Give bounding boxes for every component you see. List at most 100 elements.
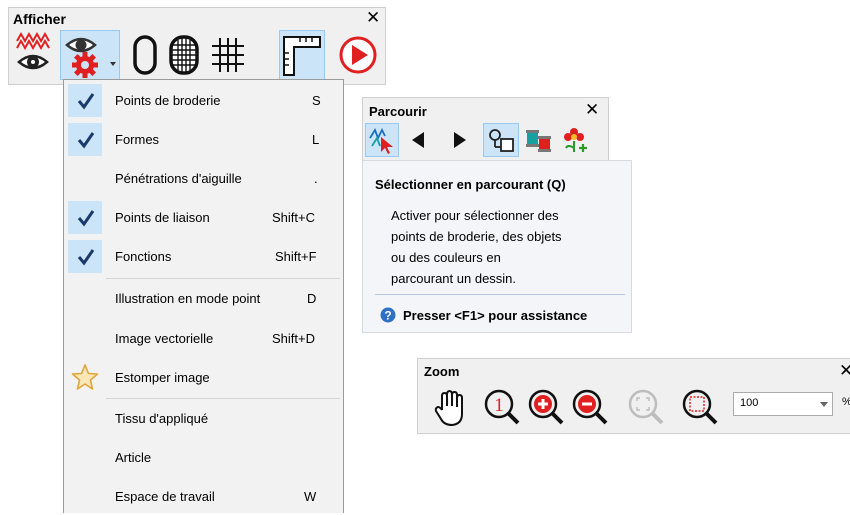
checkmark-icon	[77, 132, 95, 149]
show-outline-button[interactable]	[129, 30, 163, 80]
select-travel-icon	[369, 127, 393, 154]
travel-by-function-button[interactable]	[559, 124, 591, 156]
menu-item-label: Points de broderie	[115, 93, 221, 108]
tooltip: Sélectionner en parcourant (Q) Activer p…	[362, 160, 632, 333]
show-objects-button[interactable]	[60, 30, 120, 80]
show-objects-icon	[65, 37, 116, 78]
zoom-fit-icon	[628, 389, 664, 425]
menu-item-formes[interactable]: Formes L	[64, 121, 343, 158]
zoom-toolbar: Zoom ✕ 1 100	[417, 358, 850, 434]
menu-item-check-gutter	[68, 201, 102, 234]
previous-button[interactable]	[405, 124, 431, 156]
menu-item-tissu-applique[interactable]: Tissu d'appliqué	[64, 400, 343, 437]
dropdown-arrow-icon	[110, 62, 116, 66]
menu-item-label: Formes	[115, 132, 160, 147]
parcourir-title: Parcourir	[369, 104, 427, 119]
flower-plus-icon	[564, 128, 587, 152]
afficher-title: Afficher	[13, 11, 66, 27]
show-stitches-button[interactable]	[13, 30, 53, 78]
thread-spools-icon	[526, 130, 551, 152]
tooltip-line: parcourant un dessin.	[391, 271, 517, 286]
menu-item-article[interactable]: Article	[64, 439, 343, 476]
menu-item-icon-gutter	[68, 361, 102, 394]
star-icon	[71, 364, 99, 390]
checkmark-icon	[77, 210, 95, 227]
next-button[interactable]	[447, 124, 473, 156]
menu-item-shortcut: W	[304, 489, 317, 504]
travel-by-color-button[interactable]	[523, 124, 555, 156]
zoom-box-icon	[682, 389, 718, 425]
hand-pan-icon	[434, 390, 463, 426]
zoom-in-button[interactable]	[526, 387, 566, 427]
menu-item-check-gutter	[68, 84, 102, 117]
menu-item-label: Illustration en mode point	[115, 291, 261, 306]
zoom-factor-select[interactable]: 100	[733, 392, 833, 416]
tooltip-line: ou des couleurs en	[391, 250, 501, 265]
menu-item-label: Tissu d'appliqué	[115, 411, 209, 426]
menu-item-shortcut: D	[307, 291, 317, 306]
zoom-to-fit-button	[626, 387, 666, 427]
menu-item-shortcut: .	[314, 171, 318, 186]
zoom-unit: %	[842, 396, 850, 408]
tooltip-line: points de broderie, des objets	[391, 229, 562, 244]
checkmark-icon	[77, 93, 95, 110]
afficher-dropdown-menu: Points de broderie S Formes L Pénétratio…	[63, 79, 344, 513]
tooltip-separator	[375, 294, 625, 295]
menu-item-label: Fonctions	[115, 249, 172, 264]
parcourir-close-button[interactable]: ✕	[585, 100, 599, 120]
object-shapes-icon	[489, 129, 514, 152]
menu-separator	[106, 278, 340, 279]
menu-item-label: Espace de travail	[115, 489, 215, 504]
afficher-close-button[interactable]: ✕	[366, 8, 380, 28]
zoom-in-icon	[528, 389, 564, 425]
help-icon: ?	[380, 307, 396, 323]
zoom-factor-value: 100	[740, 397, 759, 409]
menu-item-penetrations-aiguille[interactable]: Pénétrations d'aiguille .	[64, 160, 343, 197]
menu-item-label: Points de liaison	[115, 210, 210, 225]
menu-item-shortcut: S	[312, 93, 321, 108]
zoom-out-icon	[572, 389, 608, 425]
menu-separator	[106, 398, 340, 399]
zoom-out-button[interactable]	[570, 387, 610, 427]
menu-item-label: Estomper image	[115, 370, 210, 385]
triangle-left-icon	[412, 132, 424, 148]
show-fill-button[interactable]	[167, 30, 203, 80]
menu-item-illustration-mode-point[interactable]: Illustration en mode point D	[64, 280, 343, 317]
menu-item-shortcut: Shift+C	[272, 210, 315, 225]
play-icon	[339, 36, 377, 74]
show-stitches-icon	[16, 31, 50, 70]
checkmark-icon	[77, 249, 95, 266]
travel-by-object-button[interactable]	[483, 123, 519, 157]
show-rulers-button[interactable]	[279, 30, 325, 80]
outline-icon	[133, 35, 157, 75]
ruler-guides-icon	[283, 36, 321, 76]
afficher-toolbar: Afficher ✕	[8, 7, 386, 85]
menu-item-shortcut: Shift+D	[272, 331, 315, 346]
menu-item-estomper-image[interactable]: Estomper image	[64, 359, 343, 396]
menu-item-label: Image vectorielle	[115, 331, 214, 346]
zoom-1to1-button[interactable]: 1	[482, 387, 522, 427]
menu-item-image-vectorielle[interactable]: Image vectorielle Shift+D	[64, 320, 343, 357]
play-button[interactable]	[336, 30, 382, 80]
show-grid-button[interactable]	[209, 30, 245, 80]
parcourir-toolbar: Parcourir ✕	[362, 97, 609, 161]
svg-text:1: 1	[494, 395, 504, 416]
menu-item-check-gutter	[68, 240, 102, 273]
menu-item-shortcut: Shift+F	[275, 249, 317, 264]
zoom-close-button[interactable]: ✕	[839, 361, 850, 381]
zoom-title: Zoom	[424, 364, 460, 379]
svg-text:?: ?	[384, 309, 391, 323]
menu-item-points-de-broderie[interactable]: Points de broderie S	[64, 82, 343, 119]
menu-item-espace-de-travail[interactable]: Espace de travail W	[64, 478, 343, 515]
tooltip-line: Activer pour sélectionner des	[391, 208, 559, 223]
menu-item-label: Pénétrations d'aiguille	[115, 171, 242, 186]
menu-item-fonctions[interactable]: Fonctions Shift+F	[64, 238, 343, 275]
tooltip-help-text: Presser <F1> pour assistance	[403, 308, 588, 323]
grid-fill-icon	[169, 35, 199, 75]
select-travel-button[interactable]	[365, 123, 399, 157]
zoom-box-button[interactable]	[680, 387, 720, 427]
pan-button[interactable]	[432, 386, 468, 430]
triangle-right-icon	[454, 132, 466, 148]
zoom-1to1-icon: 1	[484, 389, 520, 425]
menu-item-points-de-liaison[interactable]: Points de liaison Shift+C	[64, 199, 343, 236]
